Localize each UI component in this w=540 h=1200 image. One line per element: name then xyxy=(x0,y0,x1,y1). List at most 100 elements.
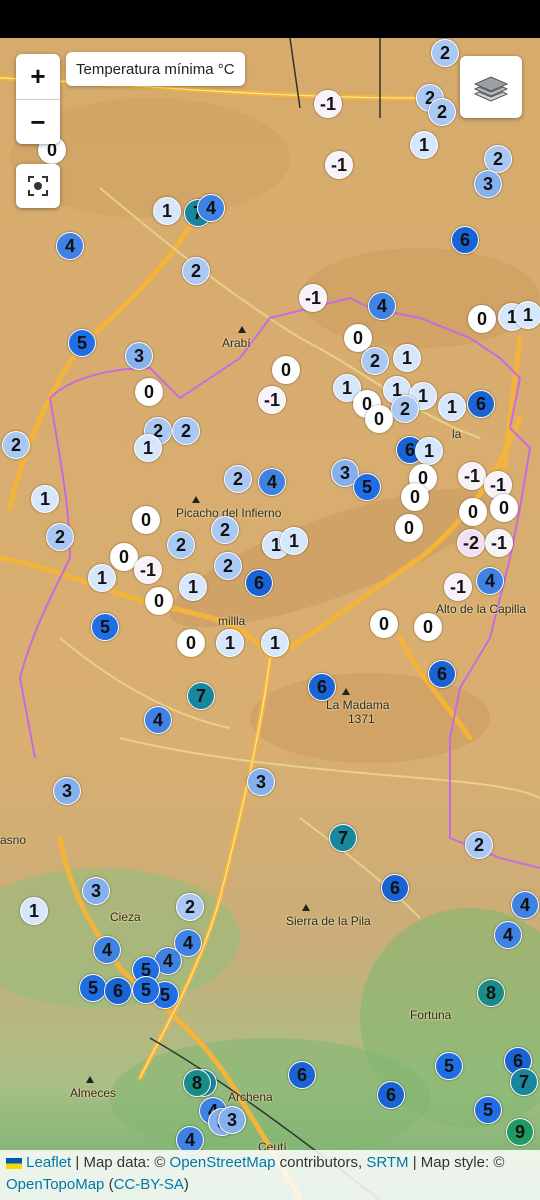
station-marker[interactable]: -1 xyxy=(485,529,513,557)
station-marker[interactable]: 7 xyxy=(510,1068,538,1096)
station-marker[interactable]: 1 xyxy=(415,437,443,465)
station-marker[interactable]: 3 xyxy=(82,877,110,905)
station-marker[interactable]: 1 xyxy=(410,131,438,159)
station-marker[interactable]: 6 xyxy=(288,1061,316,1089)
station-marker[interactable]: 4 xyxy=(56,232,84,260)
station-marker[interactable]: 9 xyxy=(506,1118,534,1146)
station-marker[interactable]: 1 xyxy=(20,897,48,925)
station-marker[interactable]: 4 xyxy=(368,292,396,320)
station-marker[interactable]: 2 xyxy=(224,465,252,493)
zoom-in-button[interactable]: + xyxy=(16,54,60,100)
station-marker[interactable]: 4 xyxy=(93,936,121,964)
station-marker[interactable]: 4 xyxy=(174,929,202,957)
station-marker[interactable]: 6 xyxy=(308,673,336,701)
station-marker[interactable]: 2 xyxy=(182,257,210,285)
station-marker[interactable]: 6 xyxy=(467,390,495,418)
station-marker[interactable]: 2 xyxy=(176,893,204,921)
station-marker[interactable]: 1 xyxy=(88,564,116,592)
station-marker[interactable]: 6 xyxy=(377,1081,405,1109)
station-marker[interactable]: 6 xyxy=(381,874,409,902)
station-marker[interactable]: 1 xyxy=(179,573,207,601)
station-marker[interactable]: 0 xyxy=(145,587,173,615)
station-marker[interactable]: 2 xyxy=(391,395,419,423)
station-marker[interactable]: 2 xyxy=(465,831,493,859)
station-marker[interactable]: 2 xyxy=(2,431,30,459)
station-marker[interactable]: 0 xyxy=(395,514,423,542)
station-marker[interactable]: 2 xyxy=(428,98,456,126)
layers-button[interactable] xyxy=(460,56,522,118)
station-marker[interactable]: 6 xyxy=(245,569,273,597)
station-marker[interactable]: 5 xyxy=(435,1052,463,1080)
station-marker[interactable]: 0 xyxy=(135,378,163,406)
station-marker[interactable]: 2 xyxy=(361,347,389,375)
station-marker[interactable]: 0 xyxy=(365,405,393,433)
station-marker[interactable]: 6 xyxy=(428,660,456,688)
station-marker[interactable]: 4 xyxy=(258,468,286,496)
station-marker[interactable]: 0 xyxy=(132,506,160,534)
station-marker[interactable]: 3 xyxy=(474,170,502,198)
station-marker[interactable]: -1 xyxy=(325,151,353,179)
station-marker[interactable]: 2 xyxy=(214,552,242,580)
station-marker[interactable]: 3 xyxy=(218,1106,246,1134)
leaflet-link[interactable]: Leaflet xyxy=(26,1154,71,1171)
station-marker[interactable]: 5 xyxy=(353,473,381,501)
station-marker[interactable]: 5 xyxy=(79,974,107,1002)
station-marker[interactable]: -1 xyxy=(458,462,486,490)
station-marker[interactable]: 5 xyxy=(68,329,96,357)
station-marker[interactable]: 8 xyxy=(183,1069,211,1097)
station-marker[interactable]: 5 xyxy=(132,976,160,1004)
station-marker[interactable]: 4 xyxy=(494,921,522,949)
station-marker[interactable]: -2 xyxy=(457,529,485,557)
station-marker[interactable]: 1 xyxy=(438,393,466,421)
station-marker[interactable]: 8 xyxy=(477,979,505,1007)
locate-button[interactable] xyxy=(16,164,60,208)
station-marker[interactable]: 1 xyxy=(261,629,289,657)
station-marker[interactable]: 6 xyxy=(451,226,479,254)
station-marker[interactable]: 5 xyxy=(91,613,119,641)
srtm-link[interactable]: SRTM xyxy=(366,1154,408,1171)
station-marker[interactable]: 0 xyxy=(459,498,487,526)
station-marker[interactable]: 4 xyxy=(197,194,225,222)
station-marker[interactable]: 0 xyxy=(370,610,398,638)
station-marker[interactable]: -1 xyxy=(258,386,286,414)
map-view[interactable]: Arabí Picacho del Infierno millla Alto de l… xyxy=(0,38,540,1200)
station-marker[interactable]: 0 xyxy=(414,613,442,641)
station-marker[interactable]: -1 xyxy=(314,90,342,118)
station-marker[interactable]: 1 xyxy=(153,197,181,225)
station-marker[interactable]: 6 xyxy=(104,977,132,1005)
station-marker[interactable]: 1 xyxy=(393,344,421,372)
station-marker[interactable]: 1 xyxy=(280,527,308,555)
station-marker[interactable]: 3 xyxy=(247,768,275,796)
station-marker[interactable]: 7 xyxy=(329,824,357,852)
station-marker[interactable]: 2 xyxy=(211,516,239,544)
station-marker[interactable]: 1 xyxy=(514,301,540,329)
zoom-out-button[interactable]: − xyxy=(16,100,60,145)
station-marker[interactable]: 2 xyxy=(46,523,74,551)
station-marker[interactable]: 2 xyxy=(167,531,195,559)
station-marker[interactable]: 0 xyxy=(272,356,300,384)
station-marker[interactable]: 3 xyxy=(53,777,81,805)
station-marker[interactable]: 2 xyxy=(172,417,200,445)
station-marker[interactable]: 0 xyxy=(468,305,496,333)
station-marker[interactable]: 0 xyxy=(401,483,429,511)
osm-link[interactable]: OpenStreetMap xyxy=(170,1154,276,1171)
station-marker[interactable]: 1 xyxy=(31,485,59,513)
station-marker[interactable]: 0 xyxy=(177,629,205,657)
opentopomap-link[interactable]: OpenTopoMap xyxy=(6,1176,104,1193)
station-marker[interactable]: -1 xyxy=(134,556,162,584)
station-marker[interactable]: 3 xyxy=(125,342,153,370)
station-marker[interactable]: 1 xyxy=(134,434,162,462)
station-marker[interactable]: 1 xyxy=(216,629,244,657)
station-marker[interactable]: 5 xyxy=(474,1096,502,1124)
peak-icon xyxy=(302,904,310,911)
station-marker[interactable]: 2 xyxy=(484,145,512,173)
station-marker[interactable]: -1 xyxy=(444,573,472,601)
license-link[interactable]: CC-BY-SA xyxy=(114,1176,184,1193)
station-marker[interactable]: 4 xyxy=(476,567,504,595)
station-marker[interactable]: 0 xyxy=(490,494,518,522)
station-marker[interactable]: 2 xyxy=(431,39,459,67)
station-marker[interactable]: -1 xyxy=(299,284,327,312)
station-marker[interactable]: 4 xyxy=(144,706,172,734)
station-marker[interactable]: 4 xyxy=(511,891,539,919)
station-marker[interactable]: 7 xyxy=(187,682,215,710)
